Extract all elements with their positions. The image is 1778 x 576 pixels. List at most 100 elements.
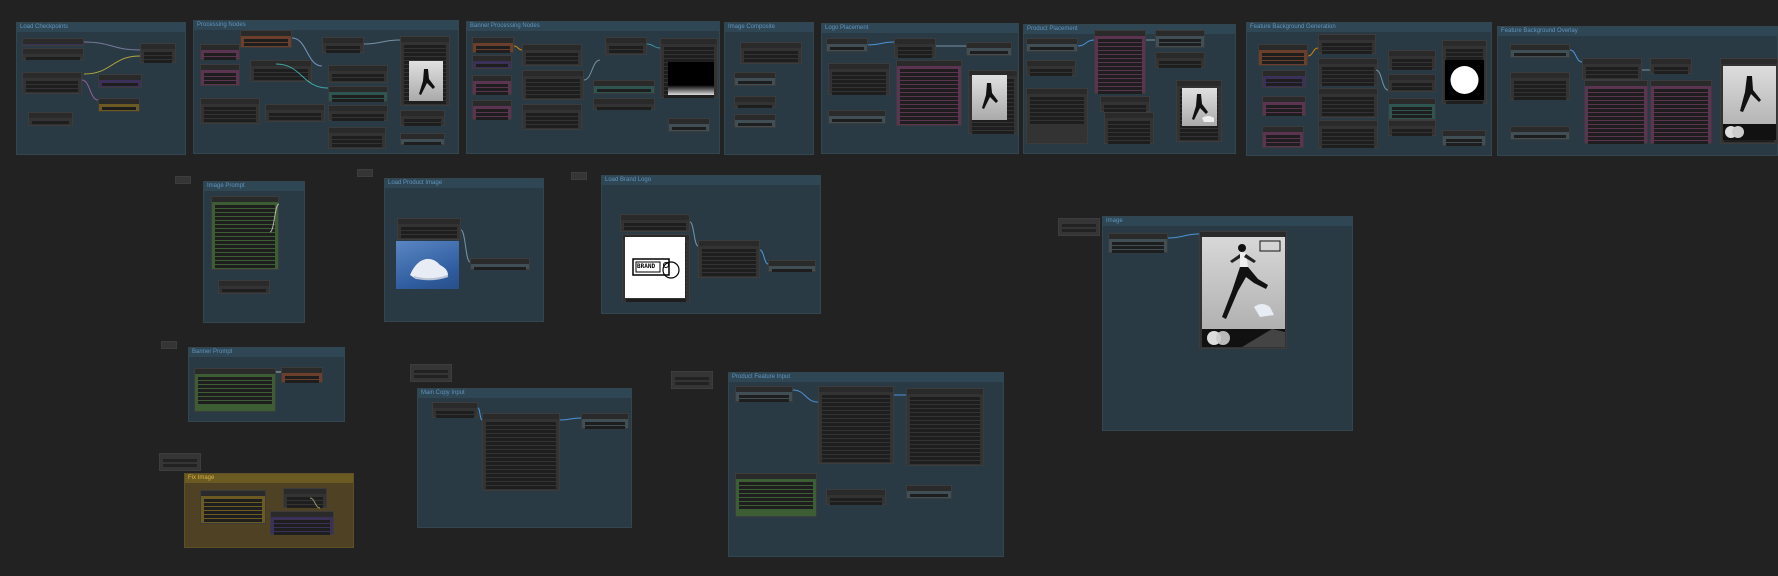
node-header[interactable] (99, 99, 139, 104)
node-widget[interactable] (1266, 113, 1302, 116)
node-widget[interactable] (1180, 133, 1218, 136)
node-widget[interactable] (486, 470, 556, 473)
node-widget[interactable] (215, 221, 275, 224)
node-widget[interactable] (204, 503, 262, 506)
node-widget[interactable] (822, 423, 890, 426)
node-header[interactable] (329, 66, 387, 71)
node-widget[interactable] (822, 451, 890, 454)
node-widget[interactable] (204, 81, 236, 84)
node-widget[interactable] (526, 53, 578, 56)
node-header[interactable] (1651, 59, 1691, 64)
node-widget[interactable] (1322, 51, 1372, 54)
node-widget[interactable] (597, 107, 651, 110)
node-widget[interactable] (486, 430, 556, 433)
node-widget[interactable] (476, 84, 508, 87)
node-widget[interactable] (626, 299, 686, 302)
node-widget[interactable] (898, 47, 932, 50)
workflow-node[interactable] (1318, 58, 1378, 86)
node-widget[interactable] (1108, 141, 1150, 144)
node-widget[interactable] (1322, 47, 1372, 50)
node-widget[interactable] (702, 273, 756, 276)
node-widget[interactable] (1322, 67, 1374, 70)
collapsed-node[interactable] (161, 341, 177, 349)
node-widget[interactable] (832, 76, 886, 79)
node-widget[interactable] (830, 47, 864, 50)
node-widget[interactable] (702, 269, 756, 272)
node-widget[interactable] (664, 47, 714, 50)
node-widget[interactable] (1098, 59, 1142, 62)
node-widget[interactable] (102, 83, 138, 86)
node-widget[interactable] (1392, 59, 1432, 62)
node-widget[interactable] (1108, 133, 1150, 136)
workflow-node[interactable] (270, 511, 334, 535)
node-widget[interactable] (609, 46, 643, 49)
node-widget[interactable] (664, 51, 714, 54)
node-widget[interactable] (1322, 43, 1372, 46)
node-widget[interactable] (285, 376, 319, 379)
workflow-node[interactable] (894, 38, 936, 58)
node-header[interactable] (1259, 45, 1307, 50)
collapsed-node[interactable] (1058, 218, 1100, 236)
node-widget[interactable] (832, 80, 886, 83)
node-header[interactable] (1389, 99, 1435, 104)
node-widget[interactable] (476, 46, 510, 49)
node-header[interactable] (661, 39, 717, 44)
node-widget[interactable] (526, 113, 578, 116)
node-header[interactable] (1443, 41, 1486, 46)
node-header[interactable] (907, 389, 983, 394)
node-widget[interactable] (486, 446, 556, 449)
node-widget[interactable] (215, 213, 275, 216)
node-widget[interactable] (1030, 117, 1084, 120)
node-widget[interactable] (702, 265, 756, 268)
node-header[interactable] (99, 75, 141, 80)
node-widget[interactable] (900, 109, 958, 112)
node-header[interactable] (1156, 31, 1204, 36)
node-widget[interactable] (1392, 111, 1432, 114)
workflow-node[interactable] (1318, 120, 1378, 148)
node-widget[interactable] (1446, 53, 1483, 56)
node-widget[interactable] (1392, 129, 1432, 132)
node-widget[interactable] (204, 115, 256, 118)
workflow-node[interactable] (1510, 72, 1570, 100)
node-widget[interactable] (486, 426, 556, 429)
workflow-node[interactable] (1650, 80, 1712, 144)
node-header[interactable] (606, 38, 646, 43)
node-header[interactable] (212, 197, 278, 202)
node-header[interactable] (1583, 59, 1641, 64)
node-header[interactable] (201, 65, 239, 70)
node-widget[interactable] (739, 482, 813, 485)
node-widget[interactable] (910, 457, 980, 460)
workflow-node[interactable] (1388, 120, 1436, 136)
node-widget[interactable] (1654, 93, 1708, 96)
node-header[interactable] (1389, 121, 1435, 126)
node-widget[interactable] (198, 401, 272, 404)
node-header[interactable] (23, 39, 83, 44)
node-header[interactable] (329, 106, 387, 111)
node-widget[interactable] (1586, 67, 1638, 70)
node-header[interactable] (251, 61, 311, 66)
node-widget[interactable] (269, 117, 321, 120)
node-widget[interactable] (739, 490, 813, 493)
node-widget[interactable] (1030, 113, 1084, 116)
node-widget[interactable] (1322, 145, 1374, 148)
node-header[interactable] (23, 49, 83, 54)
node-widget[interactable] (274, 520, 330, 523)
workflow-node[interactable] (522, 70, 584, 100)
node-header[interactable] (1263, 71, 1305, 76)
workflow-node[interactable] (1155, 30, 1205, 48)
node-header[interactable] (473, 101, 511, 106)
workflow-node[interactable] (593, 98, 655, 110)
node-widget[interactable] (1588, 105, 1644, 108)
node-widget[interactable] (1108, 137, 1150, 140)
node-widget[interactable] (900, 85, 958, 88)
node-header[interactable] (1177, 81, 1221, 86)
workflow-node[interactable] (328, 127, 386, 149)
node-widget[interactable] (1322, 113, 1374, 116)
node-widget[interactable] (702, 249, 756, 252)
workflow-node[interactable] (200, 64, 240, 86)
node-header[interactable] (398, 219, 460, 224)
node-widget[interactable] (204, 57, 236, 60)
node-header[interactable] (329, 128, 385, 133)
node-widget[interactable] (332, 114, 384, 117)
node-widget[interactable] (1654, 129, 1708, 132)
